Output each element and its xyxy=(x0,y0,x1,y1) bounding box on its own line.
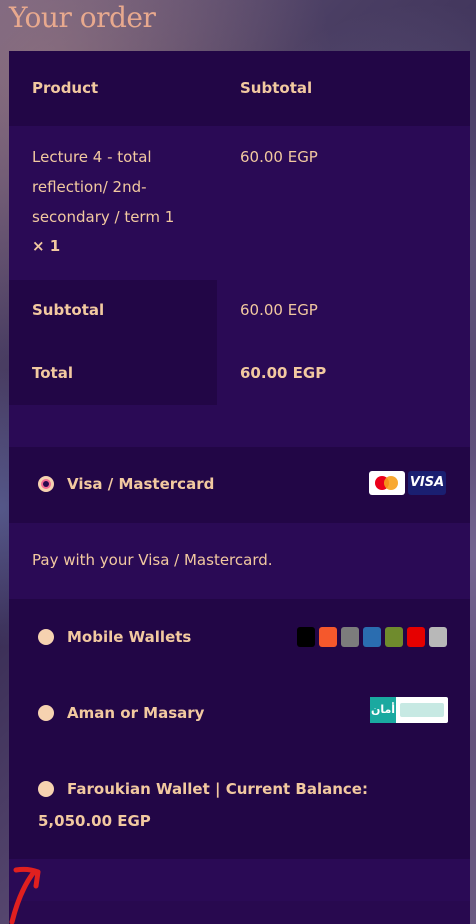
visa-description: Pay with your Visa / Mastercard. xyxy=(32,551,273,569)
product-price: 60.00 EGP xyxy=(240,148,318,166)
order-review-panel: Product Subtotal Lecture 4 - total refle… xyxy=(9,51,470,924)
red-arrow-annotation-icon xyxy=(9,866,41,924)
wallet-logos xyxy=(297,625,447,649)
subtotal-value: 60.00 EGP xyxy=(240,301,318,319)
vodafone-icon xyxy=(407,627,425,647)
visa-label[interactable]: Visa / Mastercard xyxy=(67,475,214,493)
product-name: Lecture 4 - total reflection/ 2nd-second… xyxy=(32,148,175,226)
mastercard-icon xyxy=(369,471,405,495)
aman-masary-logo: أمان xyxy=(370,697,448,723)
product-quantity: × 1 xyxy=(32,237,61,255)
wallet-logo-1-icon xyxy=(297,627,315,647)
visa-icon: VISA xyxy=(408,471,446,495)
total-label: Total xyxy=(32,364,73,382)
page-title: Your order xyxy=(9,1,156,34)
faroukian-balance: 5,050.00 EGP xyxy=(38,812,151,830)
header-subtotal: Subtotal xyxy=(240,79,313,97)
wallet-logo-4-icon xyxy=(363,627,381,647)
aman-label[interactable]: Aman or Masary xyxy=(67,704,204,722)
masary-logo xyxy=(400,703,444,717)
faroukian-label[interactable]: Faroukian Wallet | Current Balance: xyxy=(67,780,368,798)
wallet-logo-3-icon xyxy=(341,627,359,647)
spacer xyxy=(9,405,470,447)
aman-logo: أمان xyxy=(370,697,396,723)
wallet-logo-7-icon xyxy=(429,627,447,647)
faroukian-radio[interactable] xyxy=(38,781,54,797)
subtotal-label: Subtotal xyxy=(32,301,105,319)
wallet-logo-2-icon xyxy=(319,627,337,647)
aman-radio[interactable] xyxy=(38,705,54,721)
wallets-radio[interactable] xyxy=(38,629,54,645)
wallet-logo-5-icon xyxy=(385,627,403,647)
footer-spacer xyxy=(9,859,470,901)
totals-label-column xyxy=(9,280,217,405)
payment-option-faroukian[interactable] xyxy=(9,751,470,859)
visa-radio[interactable] xyxy=(38,476,54,492)
wallets-label[interactable]: Mobile Wallets xyxy=(67,628,191,646)
total-value: 60.00 EGP xyxy=(240,364,327,382)
header-product: Product xyxy=(32,79,99,97)
